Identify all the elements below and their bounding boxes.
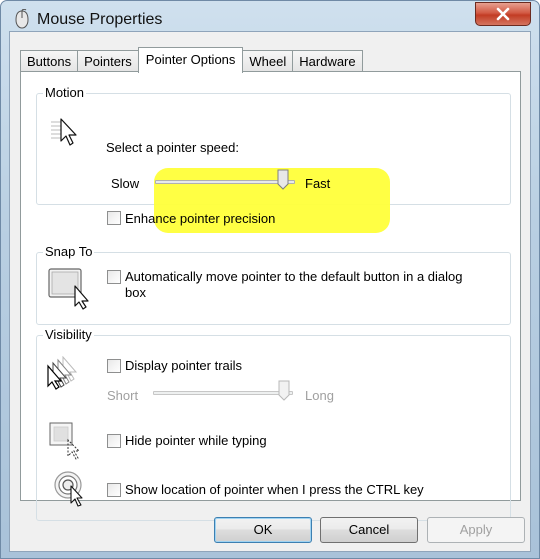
tab-strip: Buttons Pointers Pointer Options Wheel H…: [20, 47, 363, 73]
hide-pointer-label[interactable]: Hide pointer while typing: [125, 433, 267, 448]
tab-buttons[interactable]: Buttons: [20, 50, 79, 72]
pointer-trails-checkbox[interactable]: [107, 359, 121, 373]
close-icon: [496, 7, 510, 21]
pointer-speed-track[interactable]: [155, 180, 295, 184]
show-location-label[interactable]: Show location of pointer when I press th…: [125, 482, 424, 497]
slow-label: Slow: [111, 176, 140, 191]
trail-length-thumb[interactable]: [278, 380, 290, 401]
tab-hardware[interactable]: Hardware: [292, 50, 363, 72]
tab-wheel[interactable]: Wheel: [242, 50, 294, 72]
enhance-precision-label[interactable]: Enhance pointer precision: [125, 211, 275, 226]
hide-pointer-checkbox[interactable]: [107, 434, 121, 448]
pointer-options-panel: Motion Select a pointer speed: Slow Fast…: [20, 71, 521, 521]
pointer-speed-icon: [51, 118, 77, 146]
pointer-trails-label[interactable]: Display pointer trails: [125, 358, 242, 373]
snap-to-label-line2[interactable]: box: [125, 285, 146, 300]
enhance-precision-checkbox[interactable]: [107, 211, 121, 225]
tab-pointer-options[interactable]: Pointer Options: [137, 47, 244, 73]
snap-to-group-title: Snap To: [43, 244, 95, 259]
tab-pointers[interactable]: Pointers: [77, 50, 139, 72]
motion-group-title: Motion: [43, 85, 87, 100]
apply-button[interactable]: Apply: [427, 517, 525, 543]
visibility-group-title: Visibility: [43, 327, 94, 342]
speed-label: Select a pointer speed:: [106, 140, 239, 155]
mouse-properties-window: Mouse Properties Buttons Pointers Pointe…: [0, 0, 540, 559]
trail-long-label: Long: [305, 388, 334, 403]
pointer-location-icon: [54, 471, 83, 507]
mouse-icon: [15, 9, 29, 29]
show-location-checkbox[interactable]: [107, 483, 121, 497]
trail-short-label: Short: [107, 388, 139, 403]
window-title: Mouse Properties: [37, 11, 163, 28]
ok-button[interactable]: OK: [214, 517, 312, 543]
hide-pointer-icon: [49, 422, 81, 460]
snap-to-group: Snap To: [36, 244, 511, 325]
dialog-client: Buttons Pointers Pointer Options Wheel H…: [9, 31, 531, 552]
close-button[interactable]: [475, 2, 531, 26]
fast-label: Fast: [305, 176, 331, 191]
trail-length-track[interactable]: [153, 391, 293, 395]
snap-to-label-line1[interactable]: Automatically move pointer to the defaul…: [125, 269, 463, 284]
snap-to-icon: [48, 268, 89, 310]
pointer-speed-thumb[interactable]: [277, 169, 289, 190]
pointer-trails-icon: [47, 356, 78, 390]
snap-to-checkbox[interactable]: [107, 270, 121, 284]
cancel-button[interactable]: Cancel: [320, 517, 418, 543]
